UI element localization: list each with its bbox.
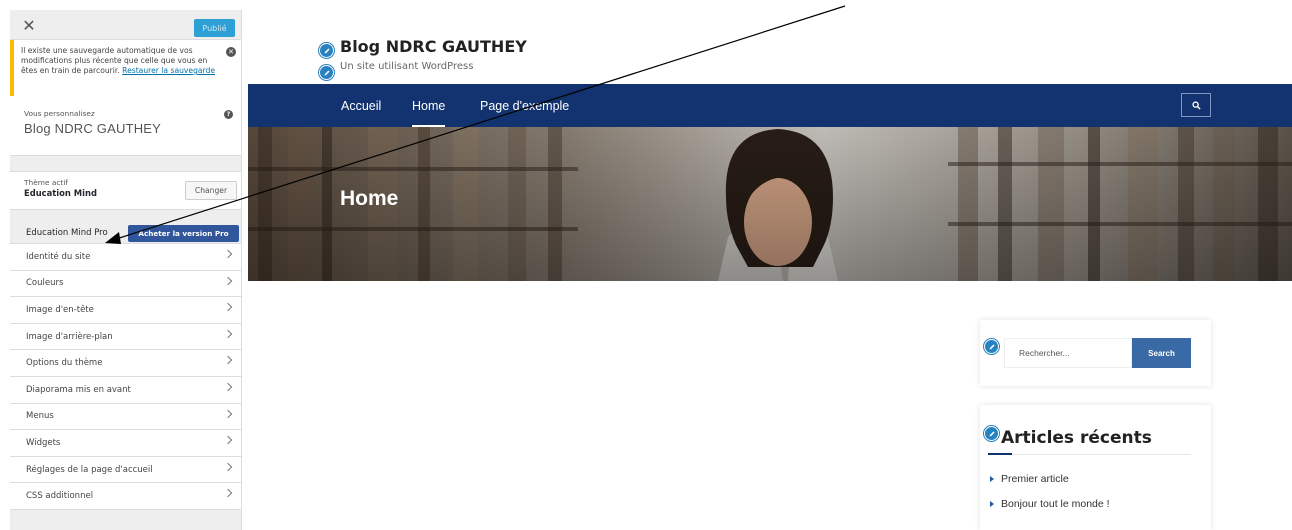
chevron-right-icon (223, 356, 233, 365)
customizing-site-name: Blog NDRC GAUTHEY (24, 121, 162, 136)
section-label: Menus (26, 411, 54, 422)
nav-label: Home (412, 98, 446, 113)
chevron-right-icon (223, 462, 233, 471)
section-label: Widgets (26, 437, 61, 448)
chevron-right-icon (223, 435, 233, 445)
nav-item-home[interactable]: Home (412, 84, 446, 127)
restore-autosave-link[interactable]: Restaurer la sauvegarde (122, 66, 215, 75)
site-tagline: Un site utilisant WordPress (340, 61, 474, 72)
pro-upsell-row: Education Mind Pro Acheter la version Pr… (10, 223, 241, 244)
section-label: Réglages de la page d'accueil (26, 464, 153, 475)
title-accent (988, 453, 1012, 455)
section-label: Options du thème (26, 358, 103, 369)
change-theme-button[interactable]: Changer (185, 181, 237, 200)
section-divider (10, 210, 241, 223)
chevron-right-icon (223, 329, 233, 339)
nav-item-accueil[interactable]: Accueil (341, 84, 381, 127)
customizer-sections: Identité du site Couleurs Image d'en-têt… (10, 244, 241, 510)
section-label: Image d'arrière-plan (26, 331, 113, 342)
recent-post-label: Premier article (1001, 473, 1069, 485)
section-label: CSS additionnel (26, 491, 94, 502)
chevron-right-icon (223, 249, 233, 259)
header-search-button[interactable] (1181, 93, 1211, 117)
section-theme-options[interactable]: Options du thème (10, 350, 241, 377)
pro-label: Education Mind Pro (26, 228, 108, 238)
main-navigation: Accueil Home Page d'exemple (248, 84, 1292, 127)
recent-posts-widget: Articles récents Premier article Bonjour… (980, 405, 1211, 530)
help-icon[interactable]: ? (224, 110, 233, 119)
section-featured-slider[interactable]: Diaporama mis en avant (10, 376, 241, 404)
section-homepage-settings[interactable]: Réglages de la page d'accueil (10, 456, 241, 484)
edit-pencil-icon[interactable] (984, 339, 999, 354)
site-title[interactable]: Blog NDRC GAUTHEY (340, 37, 527, 56)
dismiss-icon[interactable]: ✕ (226, 47, 236, 57)
hero-banner (248, 127, 1292, 281)
close-icon[interactable]: ✕ (10, 10, 48, 40)
search-input[interactable]: Rechercher... (1004, 338, 1132, 368)
autosave-notice: Il existe une sauvegarde automatique de … (10, 40, 241, 96)
section-background-image[interactable]: Image d'arrière-plan (10, 323, 241, 351)
edit-pencil-icon[interactable] (984, 426, 999, 441)
buy-pro-button[interactable]: Acheter la version Pro (128, 225, 239, 242)
section-label: Image d'en-tête (26, 304, 94, 315)
chevron-right-icon (223, 302, 233, 312)
search-submit-button[interactable]: Search (1132, 338, 1191, 368)
search-icon (1191, 100, 1201, 110)
customizer-header: ✕ Publié (10, 10, 241, 40)
section-header-image[interactable]: Image d'en-tête (10, 297, 241, 324)
search-widget: Rechercher... Search (980, 320, 1211, 386)
chevron-right-icon (223, 489, 233, 498)
recent-posts-title: Articles récents (1001, 428, 1152, 448)
publish-button[interactable]: Publié (194, 19, 235, 37)
edit-pencil-icon[interactable] (319, 43, 334, 58)
section-menus[interactable]: Menus (10, 403, 241, 431)
section-site-identity[interactable]: Identité du site (10, 244, 241, 271)
nav-item-sample-page[interactable]: Page d'exemple (480, 84, 569, 127)
section-label: Diaporama mis en avant (26, 384, 131, 395)
site-preview: Blog NDRC GAUTHEY Un site utilisant Word… (248, 0, 1292, 530)
section-label: Identité du site (26, 251, 91, 262)
edit-pencil-icon[interactable] (319, 65, 334, 80)
nav-label: Page d'exemple (480, 98, 570, 113)
recent-post-item[interactable]: Bonjour tout le monde ! (990, 498, 1110, 510)
section-divider (10, 156, 241, 172)
section-colors[interactable]: Couleurs (10, 270, 241, 298)
section-label: Couleurs (26, 278, 64, 289)
customizing-info: Vous personnalisez Blog NDRC GAUTHEY ? (10, 96, 241, 156)
hero-library-image (248, 127, 1292, 281)
section-additional-css[interactable]: CSS additionnel (10, 483, 241, 510)
section-widgets[interactable]: Widgets (10, 430, 241, 457)
active-theme-panel: Thème actif Education Mind Changer (10, 172, 241, 210)
chevron-right-icon (223, 382, 233, 392)
chevron-right-icon (223, 276, 233, 285)
triangle-bullet-icon (990, 501, 994, 507)
triangle-bullet-icon (990, 476, 994, 482)
customizer-sidebar: ✕ Publié Il existe une sauvegarde automa… (10, 10, 242, 530)
hero-title: Home (340, 187, 399, 210)
recent-post-label: Bonjour tout le monde ! (1001, 498, 1110, 510)
recent-post-item[interactable]: Premier article (990, 473, 1069, 485)
nav-label: Accueil (341, 98, 382, 113)
customizing-label: Vous personnalisez (24, 109, 95, 118)
title-divider (988, 454, 1191, 455)
chevron-right-icon (223, 409, 233, 418)
